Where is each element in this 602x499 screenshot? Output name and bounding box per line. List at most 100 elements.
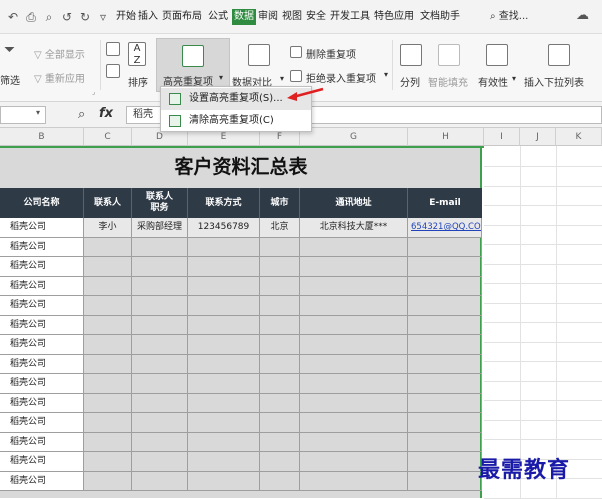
cell-contact-title[interactable] bbox=[132, 315, 188, 335]
cell-phone[interactable] bbox=[188, 374, 260, 394]
cell-email[interactable] bbox=[408, 354, 482, 374]
cell-city[interactable] bbox=[260, 257, 300, 277]
header-email[interactable]: E-mail bbox=[408, 188, 482, 218]
header-contact-title[interactable]: 联系人职务 bbox=[132, 188, 188, 218]
cell-contact-title[interactable] bbox=[132, 335, 188, 355]
cell-address[interactable] bbox=[300, 354, 408, 374]
cloud-sync-icon[interactable]: ☁ bbox=[576, 8, 589, 23]
undo-history-icon[interactable]: ↶ bbox=[6, 10, 20, 24]
column-header-K[interactable]: K bbox=[556, 128, 602, 146]
cell-email[interactable] bbox=[408, 432, 482, 452]
clear-highlight-duplicates-item[interactable]: 清除高亮重复项(C) bbox=[161, 110, 311, 132]
cell-company[interactable]: 稻壳公司 bbox=[0, 257, 84, 277]
cell-address[interactable] bbox=[300, 413, 408, 433]
cell-contact-title[interactable] bbox=[132, 354, 188, 374]
reject-duplicates-button[interactable]: 拒绝录入重复项 bbox=[306, 70, 376, 85]
menu-review[interactable]: 审阅 bbox=[258, 9, 278, 25]
cell-address[interactable] bbox=[300, 296, 408, 316]
cell-contact[interactable] bbox=[84, 413, 132, 433]
redo-icon[interactable]: ↻ bbox=[78, 10, 92, 24]
data-compare-icon[interactable] bbox=[248, 44, 270, 66]
cell-company[interactable]: 稻壳公司 bbox=[0, 218, 84, 238]
cell-company[interactable]: 稻壳公司 bbox=[0, 315, 84, 335]
cell-company[interactable]: 稻壳公司 bbox=[0, 276, 84, 296]
cell-address[interactable] bbox=[300, 471, 408, 491]
cell-email[interactable] bbox=[408, 335, 482, 355]
cell-city[interactable] bbox=[260, 393, 300, 413]
cell-contact[interactable] bbox=[84, 471, 132, 491]
menu-home[interactable]: 开始 bbox=[116, 9, 136, 25]
cell-email[interactable] bbox=[408, 374, 482, 394]
filter-label[interactable]: 筛选 bbox=[0, 72, 20, 87]
validity-icon[interactable] bbox=[486, 44, 508, 66]
menu-features[interactable]: 特色应用 bbox=[374, 9, 414, 25]
customize-dropdown-icon[interactable]: ▿ bbox=[96, 10, 110, 24]
search-box[interactable]: ⌕ 查找... bbox=[490, 9, 528, 25]
cell-phone[interactable] bbox=[188, 315, 260, 335]
smart-fill-button[interactable]: 智能填充 bbox=[428, 74, 468, 89]
cell-phone[interactable] bbox=[188, 257, 260, 277]
cell-city[interactable] bbox=[260, 471, 300, 491]
cell-email[interactable]: 654321@QQ.COM bbox=[408, 218, 482, 238]
cell-email[interactable] bbox=[408, 413, 482, 433]
cell-phone[interactable] bbox=[188, 276, 260, 296]
cell-city[interactable] bbox=[260, 315, 300, 335]
cell-city[interactable] bbox=[260, 374, 300, 394]
cell-phone[interactable] bbox=[188, 354, 260, 374]
fx-icon[interactable]: fx bbox=[99, 106, 113, 121]
insert-dropdown-list-icon[interactable] bbox=[548, 44, 570, 66]
cell-company[interactable]: 稻壳公司 bbox=[0, 393, 84, 413]
cell-phone[interactable] bbox=[188, 393, 260, 413]
print-preview-icon[interactable]: ⌕ bbox=[42, 10, 56, 24]
cell-email[interactable] bbox=[408, 393, 482, 413]
sort-button[interactable]: 排序 bbox=[128, 74, 148, 89]
cell-phone[interactable]: 123456789 bbox=[188, 218, 260, 238]
cell-phone[interactable] bbox=[188, 335, 260, 355]
cell-contact[interactable] bbox=[84, 276, 132, 296]
menu-formula[interactable]: 公式 bbox=[208, 9, 228, 25]
cell-city[interactable] bbox=[260, 413, 300, 433]
cell-city[interactable] bbox=[260, 432, 300, 452]
cell-address[interactable] bbox=[300, 393, 408, 413]
reapply-button[interactable]: ▽ 重新应用 bbox=[34, 70, 85, 85]
cell-contact-title[interactable] bbox=[132, 296, 188, 316]
cell-email[interactable] bbox=[408, 257, 482, 277]
menu-doc-assistant[interactable]: 文档助手 bbox=[420, 9, 460, 25]
cell-contact-title[interactable] bbox=[132, 413, 188, 433]
header-city[interactable]: 城市 bbox=[260, 188, 300, 218]
cell-phone[interactable] bbox=[188, 237, 260, 257]
cell-email[interactable] bbox=[408, 471, 482, 491]
cell-contact[interactable]: 李小 bbox=[84, 218, 132, 238]
header-phone[interactable]: 联系方式 bbox=[188, 188, 260, 218]
cell-contact-title[interactable] bbox=[132, 471, 188, 491]
cell-email[interactable] bbox=[408, 315, 482, 335]
cell-phone[interactable] bbox=[188, 413, 260, 433]
cell-contact[interactable] bbox=[84, 393, 132, 413]
undo-icon[interactable]: ↺ bbox=[60, 10, 74, 24]
cell-email[interactable] bbox=[408, 237, 482, 257]
delete-duplicates-icon[interactable] bbox=[290, 46, 302, 58]
cell-contact[interactable] bbox=[84, 354, 132, 374]
cell-address[interactable] bbox=[300, 432, 408, 452]
cell-company[interactable]: 稻壳公司 bbox=[0, 452, 84, 472]
cell-city[interactable] bbox=[260, 296, 300, 316]
column-header-B[interactable]: B bbox=[0, 128, 84, 146]
cell-company[interactable]: 稻壳公司 bbox=[0, 432, 84, 452]
cell-contact[interactable] bbox=[84, 257, 132, 277]
cell-contact-title[interactable] bbox=[132, 257, 188, 277]
filter-icon[interactable]: ⏷ bbox=[4, 42, 18, 60]
show-all-button[interactable]: ▽ 全部显示 bbox=[34, 46, 85, 61]
split-columns-button[interactable]: 分列 bbox=[400, 74, 420, 89]
header-company[interactable]: 公司名称 bbox=[0, 188, 84, 218]
cell-contact[interactable] bbox=[84, 374, 132, 394]
cell-city[interactable] bbox=[260, 237, 300, 257]
delete-duplicates-button[interactable]: 删除重复项 bbox=[306, 46, 356, 61]
cell-company[interactable]: 稻壳公司 bbox=[0, 296, 84, 316]
cell-contact[interactable] bbox=[84, 432, 132, 452]
cell-contact-title[interactable] bbox=[132, 374, 188, 394]
validity-button[interactable]: 有效性 bbox=[478, 74, 508, 89]
cell-city[interactable] bbox=[260, 276, 300, 296]
zoom-search-icon[interactable]: ⌕ bbox=[78, 107, 85, 122]
cell-address[interactable] bbox=[300, 452, 408, 472]
cell-contact-title[interactable] bbox=[132, 237, 188, 257]
